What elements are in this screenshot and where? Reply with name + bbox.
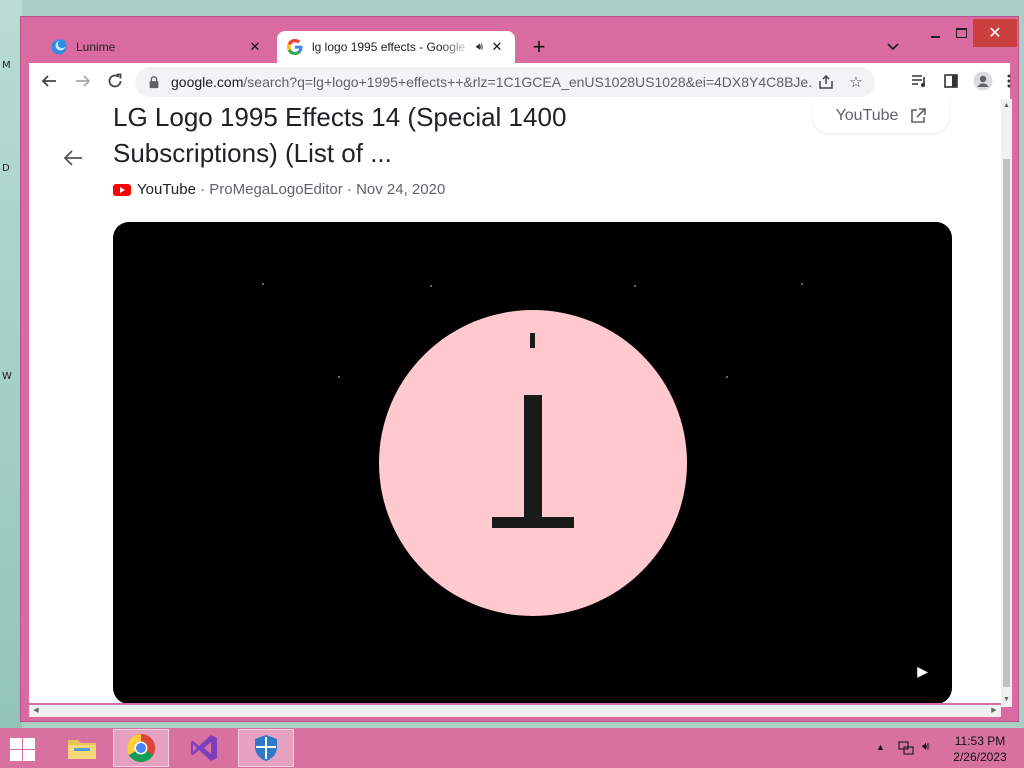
desktop-background: M D W [0,0,22,728]
video-player[interactable]: ▶ [113,222,952,703]
taskbar-chrome[interactable] [113,729,169,767]
lg-logo-stem [524,395,542,519]
windows-logo-pane [23,750,35,761]
video-frame [379,310,687,616]
lg-logo-eye [530,333,535,348]
volume-icon[interactable]: 🔊︎ [922,739,930,754]
chevron-down-icon [887,43,899,51]
speaker-icon[interactable]: 🔊︎ [476,41,483,54]
windows-logo-pane [23,738,35,749]
result-date: Nov 24, 2020 [356,181,446,198]
google-favicon-icon [287,39,303,55]
page-content: LG Logo 1995 Effects 14 (Special 1400 Su… [29,99,1001,703]
system-clock[interactable]: 11:53 PM 2/26/2023 [944,733,1016,765]
separator: · [195,181,210,198]
lg-logo-base [492,517,574,528]
scroll-left-icon[interactable]: ◀ [29,705,43,717]
show-hidden-icons-icon[interactable]: ▲ [876,742,885,752]
chrome-icon [127,734,155,762]
bookmark-star-icon[interactable]: ☆ [847,73,865,91]
url-text[interactable]: google.com/search?q=lg+logo+1995+effects… [171,74,811,90]
tab-lunime[interactable]: Lunime ✕ [41,31,273,63]
windows-logo-icon [10,738,22,749]
menu-kebab-icon[interactable] [1005,71,1013,91]
desktop-icon-label: W [2,371,12,382]
browser-window: ✕ Lunime ✕ lg logo 1995 effects - Google… [20,16,1019,722]
play-icon[interactable]: ▶ [917,663,928,680]
lock-icon [149,76,159,89]
open-in-youtube-button[interactable]: YouTube [813,99,949,133]
taskbar-defender[interactable] [238,729,294,767]
folder-icon [68,740,96,759]
scrollbar-thumb[interactable] [1003,159,1010,687]
tab-close-icon[interactable]: ✕ [489,39,505,55]
tab-search-button[interactable] [883,37,903,57]
result-source: YouTube [137,181,196,198]
side-panel-icon[interactable] [941,71,961,91]
clock-time: 11:53 PM [954,734,1006,748]
close-icon: ✕ [988,25,1002,42]
visual-studio-icon [191,735,217,761]
start-button[interactable] [8,736,36,761]
arrow-left-icon [41,75,56,87]
desktop-icon-label: M [2,60,11,71]
tab-google-search[interactable]: lg logo 1995 effects - Google Search 🔊︎ … [277,31,515,63]
separator: · [342,181,357,198]
taskbar-visual-studio[interactable] [176,729,232,767]
external-link-icon [911,108,927,123]
scroll-down-icon[interactable]: ▼ [1001,693,1012,707]
maximize-button[interactable] [951,19,971,47]
url-host: google.com [171,74,244,90]
minimize-button[interactable] [925,19,945,47]
arrow-right-icon [76,75,91,87]
back-button[interactable] [35,67,63,95]
network-icon[interactable] [898,740,914,756]
tab-close-icon[interactable]: ✕ [247,39,263,55]
browser-toolbar: google.com/search?q=lg+logo+1995+effects… [29,63,1013,99]
result-meta: YouTube · ProMegaLogoEditor · Nov 24, 20… [113,181,445,198]
restore-icon [955,28,967,38]
profile-avatar-icon[interactable] [973,71,993,91]
plus-icon: + [532,34,546,59]
new-tab-button[interactable]: + [525,33,553,61]
forward-button[interactable] [69,67,97,95]
reload-button[interactable] [101,67,129,95]
scroll-up-icon[interactable]: ▲ [1001,99,1012,113]
vertical-scrollbar[interactable]: ▲ ▼ [1001,99,1012,707]
tab-title: Lunime [76,40,116,54]
clock-date: 2/26/2023 [953,750,1007,764]
horizontal-scrollbar[interactable]: ◀ ▶ [29,705,1001,717]
url-path: /search?q=lg+logo+1995+effects++&rlz=1C1… [243,74,811,90]
lunime-favicon-icon [51,39,67,55]
open-chip-label: YouTube [835,107,899,124]
desktop-icon-label: D [2,163,10,174]
taskbar: ▲ 🔊︎ 11:53 PM 2/26/2023 [0,728,1024,768]
media-control-icon[interactable] [909,71,929,91]
taskbar-file-explorer[interactable] [54,729,110,767]
address-bar[interactable]: google.com/search?q=lg+logo+1995+effects… [135,67,875,97]
result-title[interactable]: LG Logo 1995 Effects 14 (Special 1400 Su… [113,99,633,171]
scroll-right-icon[interactable]: ▶ [987,705,1001,717]
result-channel: ProMegaLogoEditor [209,181,343,198]
close-window-button[interactable]: ✕ [973,19,1017,47]
back-arrow-icon[interactable] [63,147,83,173]
reload-icon [108,73,122,88]
tab-title: lg logo 1995 effects - Google Search [312,40,472,54]
windows-logo-pane [10,750,22,761]
minimize-icon [930,36,940,38]
shield-icon [255,735,277,761]
youtube-logo-icon [113,183,131,196]
share-icon[interactable] [817,73,835,91]
